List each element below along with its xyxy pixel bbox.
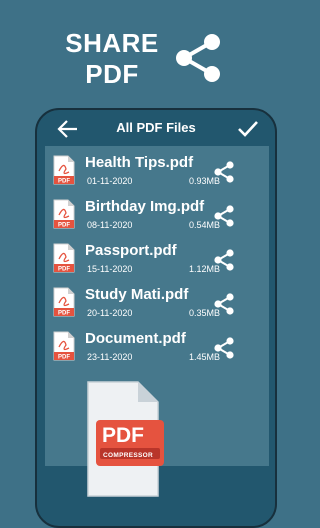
file-date: 20-11-2020 [87, 308, 133, 318]
file-name: Birthday Img.pdf [85, 198, 205, 215]
pdf-file-icon: PDF [53, 287, 75, 317]
pdf-file-icon: PDF [53, 331, 75, 361]
app-bar: All PDF Files [37, 110, 275, 146]
svg-text:PDF: PDF [58, 267, 70, 273]
compressor-label: COMPRESSOR [103, 452, 153, 459]
file-date: 15-11-2020 [87, 264, 133, 274]
file-date: 01-11-2020 [87, 176, 133, 186]
file-name: Study Mati.pdf [85, 286, 189, 303]
list-item[interactable]: PDF Passport.pdf 15-11-2020 1.12MB [45, 240, 269, 280]
list-item[interactable]: PDF Study Mati.pdf 20-11-2020 0.35MB [45, 284, 269, 324]
svg-text:PDF: PDF [58, 355, 70, 361]
list-item[interactable]: PDF Document.pdf 23-11-2020 1.45MB [45, 328, 269, 368]
svg-text:PDF: PDF [58, 223, 70, 229]
share-icon [176, 34, 220, 82]
file-date: 23-11-2020 [87, 352, 133, 362]
pdf-file-icon: PDF [53, 199, 75, 229]
pdf-file-icon: PDF [53, 243, 75, 273]
file-name: Document.pdf [85, 330, 186, 347]
hero-title: SHARE PDF [52, 28, 172, 90]
list-item[interactable]: PDF Health Tips.pdf 01-11-2020 0.93MB [45, 152, 269, 192]
share-icon[interactable] [213, 160, 235, 184]
share-icon[interactable] [213, 336, 235, 360]
hero-title-line1: SHARE [65, 28, 159, 58]
pdf-file-icon: PDF [53, 155, 75, 185]
list-item[interactable]: PDF Birthday Img.pdf 08-11-2020 0.54MB [45, 196, 269, 236]
compressor-badge: PDF [102, 424, 144, 447]
file-name: Passport.pdf [85, 242, 177, 259]
share-icon[interactable] [213, 248, 235, 272]
check-icon[interactable] [237, 119, 259, 139]
share-icon[interactable] [213, 204, 235, 228]
svg-text:PDF: PDF [58, 179, 70, 185]
file-name: Health Tips.pdf [85, 154, 194, 171]
svg-text:PDF: PDF [58, 311, 70, 317]
pdf-compressor-logo: PDF COMPRESSOR [66, 380, 176, 498]
hero-title-line2: PDF [85, 59, 139, 89]
file-date: 08-11-2020 [87, 220, 133, 230]
share-icon[interactable] [213, 292, 235, 316]
